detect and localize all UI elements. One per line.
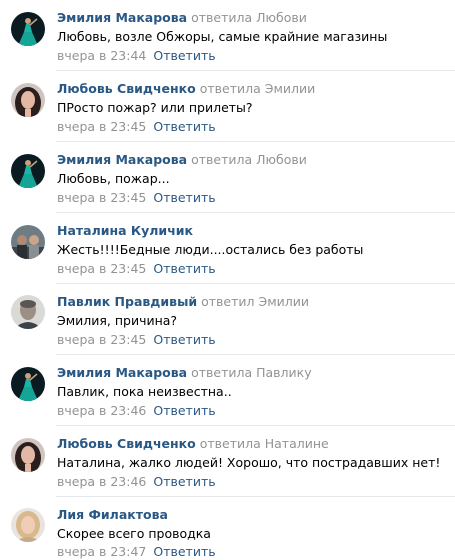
comment-text: Любовь, пожар... [57, 171, 170, 186]
comment-header: Любовь Свидченко ответила Наталине [57, 436, 329, 451]
comment-divider [56, 496, 455, 497]
comment-meta: вчера в 23:47 Ответить [57, 544, 216, 559]
blonde-woman-avatar[interactable] [11, 508, 45, 542]
comment-time[interactable]: вчера в 23:45 [57, 332, 146, 347]
comment-item: Эмилия Макарова ответила Любови Любовь, … [0, 141, 455, 211]
woman-portrait-avatar[interactable] [11, 83, 45, 117]
comment-time[interactable]: вчера в 23:46 [57, 474, 146, 489]
comment-divider [56, 70, 455, 71]
comment-header: Эмилия Макарова ответила Павлику [57, 365, 312, 380]
comment-text: Любовь, возле Обжоры, самые крайние мага… [57, 29, 388, 44]
reply-button[interactable]: Ответить [153, 48, 215, 63]
dancer-avatar[interactable] [11, 12, 45, 46]
comment-time[interactable]: вчера в 23:47 [57, 544, 146, 559]
comment-meta: вчера в 23:45 Ответить [57, 332, 216, 347]
comment-item: Любовь Свидченко ответила Наталине Натал… [0, 425, 455, 495]
comment-time[interactable]: вчера в 23:44 [57, 48, 146, 63]
reply-to-label[interactable]: ответила Любови [191, 10, 307, 25]
comment-header: Эмилия Макарова ответила Любови [57, 10, 307, 25]
comment-header: Эмилия Макарова ответила Любови [57, 152, 307, 167]
comment-item: Павлик Правдивый ответил Эмилии Эмилия, … [0, 283, 455, 353]
comment-header: Наталина Куличик [57, 223, 193, 238]
reply-button[interactable]: Ответить [153, 403, 215, 418]
author-name[interactable]: Эмилия Макарова [57, 10, 187, 25]
comment-item: Наталина Куличик Жесть!!!!Бедные люди...… [0, 212, 455, 282]
comment-meta: вчера в 23:46 Ответить [57, 403, 216, 418]
author-name[interactable]: Наталина Куличик [57, 223, 193, 238]
comment-header: Павлик Правдивый ответил Эмилии [57, 294, 309, 309]
author-name[interactable]: Павлик Правдивый [57, 294, 197, 309]
reply-button[interactable]: Ответить [153, 332, 215, 347]
comment-time[interactable]: вчера в 23:46 [57, 403, 146, 418]
comment-meta: вчера в 23:45 Ответить [57, 119, 216, 134]
comment-text: ПРосто пожар? или прилеты? [57, 100, 253, 115]
dancer-avatar[interactable] [11, 154, 45, 188]
comment-item: Эмилия Макарова ответила Павлику Павлик,… [0, 354, 455, 424]
reply-to-label[interactable]: ответила Любови [191, 152, 307, 167]
comment-text: Наталина, жалко людей! Хорошо, что постр… [57, 455, 441, 470]
comment-text: Павлик, пока неизвестна.. [57, 384, 232, 399]
comment-divider [56, 212, 455, 213]
comment-divider [56, 354, 455, 355]
comment-meta: вчера в 23:46 Ответить [57, 474, 216, 489]
comment-meta: вчера в 23:45 Ответить [57, 190, 216, 205]
dancer-avatar[interactable] [11, 367, 45, 401]
reply-to-label[interactable]: ответила Павлику [191, 365, 312, 380]
man-portrait-avatar[interactable] [11, 295, 45, 329]
comment-item: Любовь Свидченко ответила Эмилии ПРосто … [0, 70, 455, 140]
author-name[interactable]: Любовь Свидченко [57, 436, 196, 451]
comment-time[interactable]: вчера в 23:45 [57, 190, 146, 205]
woman-portrait-avatar[interactable] [11, 438, 45, 472]
comment-text: Скорее всего проводка [57, 526, 211, 541]
comment-divider [56, 283, 455, 284]
comment-divider [56, 425, 455, 426]
comment-item: Лия Филактова Скорее всего проводка вчер… [0, 496, 455, 560]
reply-to-label[interactable]: ответила Эмилии [200, 81, 316, 96]
author-name[interactable]: Эмилия Макарова [57, 152, 187, 167]
comment-text: Жесть!!!!Бедные люди....остались без раб… [57, 242, 364, 257]
comment-header: Любовь Свидченко ответила Эмилии [57, 81, 315, 96]
reply-button[interactable]: Ответить [153, 474, 215, 489]
reply-button[interactable]: Ответить [153, 544, 215, 559]
reply-button[interactable]: Ответить [153, 190, 215, 205]
reply-to-label[interactable]: ответила Наталине [200, 436, 329, 451]
comment-divider [56, 141, 455, 142]
author-name[interactable]: Любовь Свидченко [57, 81, 196, 96]
comment-time[interactable]: вчера в 23:45 [57, 119, 146, 134]
comment-meta: вчера в 23:45 Ответить [57, 261, 216, 276]
comment-meta: вчера в 23:44 Ответить [57, 48, 216, 63]
reply-button[interactable]: Ответить [153, 119, 215, 134]
group-photo-avatar[interactable] [11, 225, 45, 259]
author-name[interactable]: Эмилия Макарова [57, 365, 187, 380]
reply-to-label[interactable]: ответил Эмилии [201, 294, 309, 309]
comment-header: Лия Филактова [57, 507, 168, 522]
comments-list: Эмилия Макарова ответила Любови Любовь, … [0, 0, 455, 560]
comment-text: Эмилия, причина? [57, 313, 178, 328]
author-name[interactable]: Лия Филактова [57, 507, 168, 522]
comment-item: Эмилия Макарова ответила Любови Любовь, … [0, 0, 455, 70]
reply-button[interactable]: Ответить [153, 261, 215, 276]
comment-time[interactable]: вчера в 23:45 [57, 261, 146, 276]
